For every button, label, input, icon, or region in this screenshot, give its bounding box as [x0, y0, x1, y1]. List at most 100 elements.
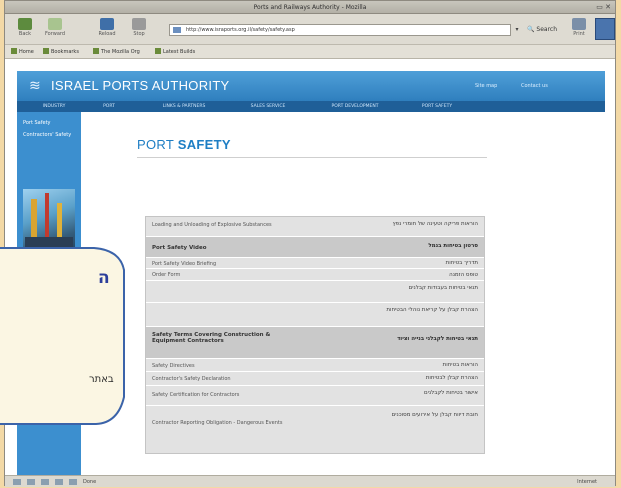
back-arrow-icon — [18, 18, 32, 30]
bookmark-label: Latest Builds — [163, 49, 196, 55]
navigator-icon[interactable] — [13, 479, 21, 485]
back-label: Back — [18, 31, 32, 37]
reload-icon — [100, 18, 114, 30]
stop-label: Stop — [133, 31, 145, 37]
bookmark-bookmarks[interactable]: Bookmarks — [43, 45, 79, 59]
nav-item-industry[interactable]: INDUSTRY — [29, 101, 79, 112]
row-heading-he: תנאי בטיחות לקבלני בנייה וציוד — [397, 336, 478, 342]
callout-heading: ה — [98, 268, 110, 288]
nav-item-sales[interactable]: SALES SERVICE — [235, 101, 301, 112]
table-row[interactable]: Loading and Unloading of Explosive Subst… — [146, 217, 484, 237]
table-row[interactable]: Contractor Reporting Obligation - Danger… — [146, 406, 484, 453]
row-label-en[interactable]: Safety Directives — [152, 363, 302, 369]
bookmark-label: Bookmarks — [51, 49, 79, 55]
row-label-he[interactable]: טופס הזמנה — [328, 272, 478, 279]
row-label-en[interactable]: Safety Certification for Contractors — [152, 392, 302, 398]
link-icon — [155, 48, 161, 54]
stop-icon — [132, 18, 146, 30]
page-icon — [173, 27, 181, 33]
row-label-en[interactable]: Contractor Reporting Obligation - Danger… — [152, 420, 302, 426]
callout-text: באתר — [89, 374, 114, 385]
search-label: Search — [536, 26, 558, 33]
site-nav: INDUSTRY PORT LINKS & PARTNERS SALES SER… — [17, 101, 605, 112]
safety-documents-table: Loading and Unloading of Explosive Subst… — [145, 216, 485, 454]
forward-label: Forward — [44, 31, 66, 37]
page-title-strong: SAFETY — [177, 137, 231, 152]
nav-item-port[interactable]: PORT — [89, 101, 129, 112]
back-button[interactable]: Back — [11, 16, 39, 43]
forward-arrow-icon — [48, 18, 62, 30]
page-title: PORT SAFETY — [137, 137, 231, 152]
addressbook-icon[interactable] — [55, 479, 63, 485]
home-icon — [11, 48, 17, 54]
table-row[interactable]: הצהרת קבלן על קריאת נוהלי הבטיחות — [146, 303, 484, 327]
bookmark-home[interactable]: Home — [11, 45, 34, 59]
link-icon — [93, 48, 99, 54]
ports-logo-icon: ≋ — [29, 78, 41, 94]
row-label-he[interactable]: אישור בטיחות לקבלנים — [328, 390, 478, 397]
window-titlebar: Ports and Railways Authority - Mozilla ▭… — [5, 1, 615, 14]
row-heading-en: Safety Terms Covering Construction & Equ… — [152, 332, 271, 344]
nav-item-safety[interactable]: PORT SAFETY — [409, 101, 465, 112]
table-row[interactable]: Safety Certification for Contractors איש… — [146, 386, 484, 406]
reload-button[interactable]: Reload — [93, 16, 121, 43]
status-zone: Internet — [577, 479, 597, 485]
row-label-en[interactable]: Contractor's Safety Declaration — [152, 376, 302, 382]
crane-shape — [45, 193, 49, 237]
row-label-en[interactable]: Order Form — [152, 272, 302, 278]
row-label-en[interactable]: Loading and Unloading of Explosive Subst… — [152, 222, 302, 228]
window-title: Ports and Railways Authority - Mozilla — [253, 4, 367, 11]
navigation-toolbar: Back Forward Reload Stop http://www.isra… — [5, 14, 615, 45]
nav-item-links[interactable]: LINKS & PARTNERS — [147, 101, 221, 112]
main-content: PORT SAFETY Loading and Unloading of Exp… — [81, 112, 605, 475]
page-title-prefix: PORT — [137, 137, 174, 152]
site-header: ≋ ISRAEL PORTS AUTHORITY Site map Contac… — [17, 71, 605, 101]
table-row[interactable]: Order Form טופס הזמנה — [146, 269, 484, 281]
table-row[interactable]: Port Safety Video Briefing תדריך בטיחות — [146, 258, 484, 269]
table-row[interactable]: Safety Directives הוראות בטיחות — [146, 359, 484, 372]
status-text: Done — [83, 479, 97, 485]
row-label-en[interactable]: Port Safety Video Briefing — [152, 261, 302, 267]
bookmark-latest-builds[interactable]: Latest Builds — [155, 45, 195, 59]
callout-bubble — [0, 247, 125, 425]
site-name: ISRAEL PORTS AUTHORITY — [51, 78, 230, 93]
search-button[interactable]: 🔍 Search — [527, 22, 557, 38]
url-text: http://www.israports.org.il/safety/safet… — [186, 27, 295, 33]
print-button[interactable]: Print — [565, 16, 593, 43]
print-label: Print — [573, 31, 585, 37]
row-label-he[interactable]: הוראות פריקה וטעינה של חומרי נפץ — [328, 221, 478, 228]
bookmark-mozilla-org[interactable]: The Mozilla Org — [93, 45, 140, 59]
table-row[interactable]: Contractor's Safety Declaration הצהרת קב… — [146, 372, 484, 386]
status-bar: Done Internet — [5, 475, 615, 487]
mail-icon[interactable] — [27, 479, 35, 485]
bookmark-icon — [43, 48, 49, 54]
row-label-he[interactable]: הצהרת קבלן לבטיחות — [328, 375, 478, 382]
sidebar-item-port-safety[interactable]: Port Safety — [17, 118, 81, 128]
composer-icon[interactable] — [41, 479, 49, 485]
forward-button[interactable]: Forward — [41, 16, 69, 43]
window-controls[interactable]: ▭ ✕ — [596, 3, 611, 11]
row-heading-he: סרטון בטיחות בנמל — [428, 243, 478, 249]
reload-label: Reload — [98, 31, 116, 37]
bookmark-label: Home — [19, 49, 34, 55]
contact-link[interactable]: Contact us — [521, 83, 548, 89]
table-row[interactable]: תנאי בטיחות בעבודות קבלנים — [146, 281, 484, 303]
sitemap-link[interactable]: Site map — [475, 83, 497, 89]
row-label-he[interactable]: תדריך בטיחות — [328, 260, 478, 267]
row-label-he[interactable]: הוראות בטיחות — [328, 362, 478, 369]
url-input[interactable]: http://www.israports.org.il/safety/safet… — [169, 24, 511, 36]
crane-shape — [31, 199, 37, 239]
row-label-he[interactable]: חובת דיווח קבלן על אירועים מסוכנים — [328, 412, 478, 419]
sidebar-item-contractors-safety[interactable]: Contractors' Safety — [17, 130, 81, 140]
nav-item-development[interactable]: PORT DEVELOPMENT — [315, 101, 395, 112]
bookmark-label: The Mozilla Org — [101, 49, 140, 55]
search-icon: 🔍 — [527, 26, 535, 33]
security-icon — [69, 479, 77, 485]
throbber-icon[interactable] — [595, 18, 615, 40]
bookmarks-toolbar: Home Bookmarks The Mozilla Org Latest Bu… — [5, 45, 615, 59]
row-label-he[interactable]: תנאי בטיחות בעבודות קבלנים — [328, 285, 478, 292]
stop-button[interactable]: Stop — [125, 16, 153, 43]
print-icon — [572, 18, 586, 30]
row-label-he[interactable]: הצהרת קבלן על קריאת נוהלי הבטיחות — [328, 307, 478, 314]
url-history-dropdown[interactable]: ▾ — [512, 24, 522, 36]
